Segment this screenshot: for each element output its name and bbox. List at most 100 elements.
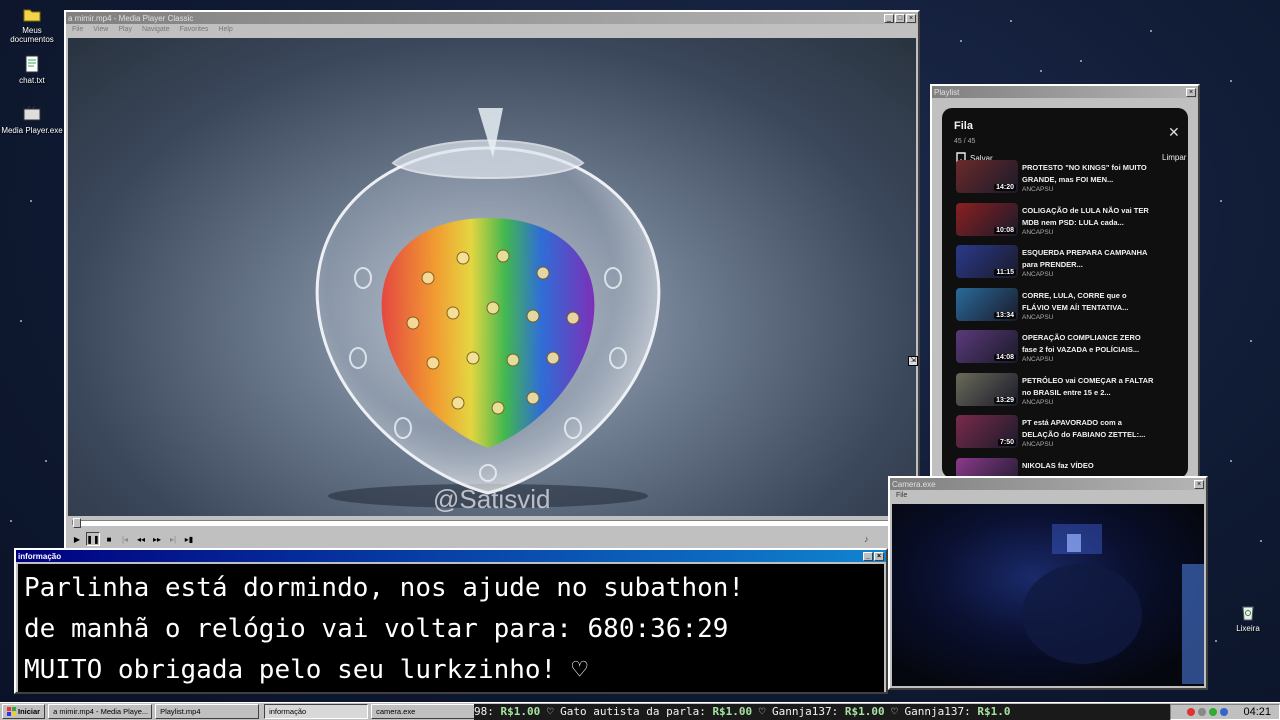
duration-badge: 13:29	[994, 396, 1016, 404]
window-title: Playlist	[934, 87, 960, 97]
system-tray: 04:21	[1170, 704, 1280, 720]
folder-icon	[23, 9, 41, 22]
desktop-icon-recycle-bin[interactable]: Lixeira	[1216, 602, 1280, 633]
video-watermark: @Satisvid	[433, 484, 551, 514]
resize-handle[interactable]: ⇲	[908, 356, 918, 366]
ticker-text: ♡ Gannja137:	[884, 705, 978, 718]
duration-badge: 13:34	[994, 311, 1016, 319]
tray-icon[interactable]	[1209, 708, 1218, 716]
video-title: PROTESTO "NO KINGS" foi MUITO GRANDE, ma…	[1022, 163, 1147, 184]
menu-favorites[interactable]: Favorites	[180, 26, 209, 33]
previous-button[interactable]: |◂	[118, 532, 132, 546]
window-title: informação	[18, 551, 62, 561]
ticker-text: ♡ Gannja137:	[752, 705, 845, 718]
queue-count: 45 / 45	[954, 138, 976, 145]
stop-button[interactable]: ■	[102, 532, 116, 546]
channel-name: ANCAPSU	[1022, 271, 1054, 278]
camera-feed-image	[1022, 524, 1204, 684]
list-item[interactable]: NIKOLAS faz VÍDEO	[956, 456, 1182, 478]
close-button[interactable]: ×	[906, 13, 916, 23]
duration-badge: 11:15	[994, 269, 1016, 276]
duration-badge: 14:08	[994, 354, 1016, 361]
menu-help[interactable]: Help	[218, 26, 232, 33]
list-item[interactable]: 10:08 COLIGAÇÃO de LULA NÃO vai TER MDB …	[956, 201, 1182, 244]
pause-button[interactable]: ❚❚	[86, 532, 100, 546]
recycle-bin-icon	[1242, 606, 1254, 621]
minimize-button[interactable]: _	[884, 13, 894, 23]
media-player-titlebar[interactable]: a mimir.mp4 - Media Player Classic _ □ ×	[66, 12, 918, 24]
video-thumbnail: 11:15	[956, 245, 1018, 278]
info-window: informação _ × Parlinha está dormindo, n…	[14, 548, 888, 694]
camera-window: Camera.exe × File	[888, 476, 1208, 690]
video-frame[interactable]: @Satisvid	[68, 38, 916, 516]
maximize-button[interactable]: □	[895, 13, 905, 23]
video-thumbnail: 14:08	[956, 330, 1018, 363]
queue-title: Fila	[954, 120, 973, 132]
info-titlebar[interactable]: informação _ ×	[16, 550, 886, 562]
desktop-icon-my-documents[interactable]: Meus documentos	[0, 4, 64, 44]
next-button[interactable]: ▸|	[166, 532, 180, 546]
ticker-amount: R$1.0	[977, 705, 1011, 718]
playback-controls: ▶ ❚❚ ■ |◂ ◂◂ ▸▸ ▸| ▸▮	[70, 532, 196, 546]
menu-view[interactable]: View	[93, 26, 108, 33]
desktop-icon-label: Lixeira	[1236, 624, 1260, 633]
list-item[interactable]: 11:15 ESQUERDA PREPARA CAMPANHA para PRE…	[956, 243, 1182, 286]
video-title: PT está APAVORADO com a DELAÇÃO do FABIA…	[1022, 418, 1146, 439]
play-button[interactable]: ▶	[70, 532, 84, 546]
list-item[interactable]: 13:34 CORRE, LULA, CORRE que o FLÁVIO VE…	[956, 286, 1182, 329]
seek-thumb[interactable]	[73, 518, 81, 528]
camera-titlebar[interactable]: Camera.exe ×	[890, 478, 1206, 490]
queue-panel: Fila 45 / 45 ✕ Salvar Limpar 14:20 PROTE…	[942, 108, 1188, 478]
taskbar-item-playlist[interactable]: Playlist.mp4	[155, 704, 260, 719]
text-file-icon	[25, 55, 39, 73]
queue-list: 14:20 PROTESTO "NO KINGS" foi MUITO GRAN…	[956, 158, 1182, 478]
ticker-amount: R$1.00	[712, 705, 753, 718]
fast-forward-button[interactable]: ▸▸	[150, 532, 164, 546]
duration-badge: 7:50	[997, 439, 1016, 446]
ticker-amount: R$1.00	[844, 705, 885, 718]
tray-icon[interactable]	[1198, 708, 1207, 716]
taskbar-item-informacao[interactable]: informação	[264, 704, 369, 719]
menu-file[interactable]: File	[896, 492, 907, 499]
video-title: ESQUERDA PREPARA CAMPANHA para PRENDER..…	[1022, 248, 1148, 269]
channel-name: ANCAPSU	[1022, 441, 1054, 448]
taskbar-item-media-player[interactable]: a mimir.mp4 - Media Playe...	[48, 704, 153, 719]
close-button[interactable]: ×	[1194, 479, 1204, 489]
video-thumbnail	[956, 457, 1018, 478]
list-item[interactable]: 14:20 PROTESTO "NO KINGS" foi MUITO GRAN…	[956, 158, 1182, 201]
taskbar: Iniciar a mimir.mp4 - Media Playe... Pla…	[0, 702, 1280, 720]
rewind-button[interactable]: ◂◂	[134, 532, 148, 546]
menu-play[interactable]: Play	[118, 26, 132, 33]
video-thumbnail: 7:50	[956, 415, 1018, 448]
menu-navigate[interactable]: Navigate	[142, 26, 170, 33]
frame-step-button[interactable]: ▸▮	[182, 532, 196, 546]
desktop-icon-label: chat.txt	[19, 76, 45, 85]
taskbar-item-camera[interactable]: camera.exe	[371, 704, 476, 719]
start-button[interactable]: Iniciar	[2, 704, 46, 719]
playlist-titlebar[interactable]: Playlist ×	[932, 86, 1198, 98]
channel-name: ANCAPSU	[1022, 186, 1054, 193]
seek-bar[interactable]	[72, 518, 910, 528]
list-item[interactable]: 13:29 PETRÓLEO vai COMEÇAR a FALTAR no B…	[956, 371, 1182, 414]
desktop-icon-media-player[interactable]: Media Player.exe	[0, 104, 64, 135]
list-item[interactable]: 14:08 OPERAÇÃO COMPLIANCE ZERO fase 2 fo…	[956, 328, 1182, 371]
minimize-button[interactable]: _	[863, 551, 873, 561]
volume-icon[interactable]: ♪	[864, 534, 869, 544]
clock[interactable]: 04:21	[1243, 706, 1271, 718]
menu-file[interactable]: File	[72, 26, 83, 33]
window-title: Camera.exe	[892, 479, 936, 489]
channel-name: ANCAPSU	[1022, 398, 1054, 406]
glass-strawberry-image	[315, 108, 661, 508]
desktop-icon-chat-txt[interactable]: chat.txt	[0, 54, 64, 85]
duration-badge: 10:08	[994, 226, 1016, 234]
list-item[interactable]: 7:50 PT está APAVORADO com a DELAÇÃO do …	[956, 413, 1182, 456]
close-button[interactable]: ×	[874, 551, 884, 561]
duration-badge: 14:20	[994, 184, 1016, 191]
tray-icon[interactable]	[1187, 708, 1196, 716]
menu-bar: File	[890, 490, 1206, 500]
tray-icon[interactable]	[1220, 708, 1229, 716]
video-title: PETRÓLEO vai COMEÇAR a FALTAR no BRASIL …	[1022, 375, 1154, 397]
close-button[interactable]: ×	[1186, 87, 1196, 97]
close-icon[interactable]: ✕	[1168, 124, 1180, 141]
video-thumbnail: 13:34	[956, 287, 1018, 321]
